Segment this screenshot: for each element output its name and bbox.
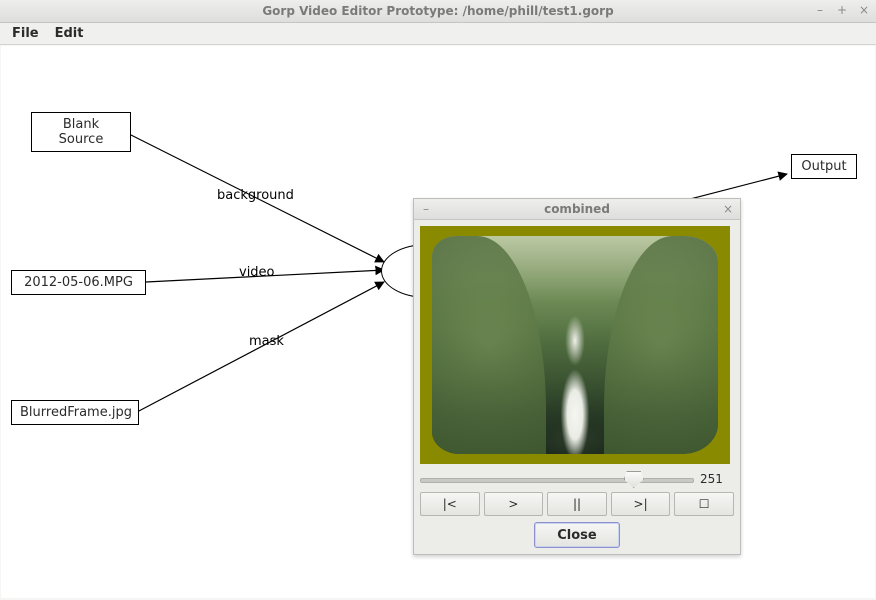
main-window-controls: – + × <box>812 2 872 18</box>
frame-slider[interactable] <box>420 470 694 488</box>
preview-title: combined <box>544 202 610 216</box>
node-label: Output <box>801 159 846 174</box>
to-end-button[interactable]: >| <box>611 492 671 516</box>
main-window-title: Gorp Video Editor Prototype: /home/phill… <box>262 4 613 18</box>
preview-close-x-button[interactable]: × <box>720 201 736 217</box>
graph-canvas[interactable]: Blank Source 2012-05-06.MPG BlurredFrame… <box>1 46 875 598</box>
preview-close-button[interactable]: Close <box>534 522 619 548</box>
stop-button[interactable]: ☐ <box>674 492 734 516</box>
close-row: Close <box>420 522 734 548</box>
minimize-button[interactable]: – <box>812 2 828 18</box>
preview-frame[interactable] <box>420 226 730 464</box>
to-start-button[interactable]: |< <box>420 492 480 516</box>
transport-buttons: |< > || >| ☐ <box>420 492 734 516</box>
preview-minimize-button[interactable]: – <box>418 201 434 217</box>
node-video-file[interactable]: 2012-05-06.MPG <box>11 270 146 295</box>
waterfall-scene-icon <box>432 236 718 454</box>
slider-track <box>420 478 694 483</box>
menu-edit[interactable]: Edit <box>49 24 94 43</box>
slider-row: 251 <box>420 470 734 488</box>
node-label: 2012-05-06.MPG <box>24 275 133 290</box>
node-label: Blank Source <box>59 117 104 147</box>
node-mask-file[interactable]: BlurredFrame.jpg <box>11 400 139 425</box>
play-button[interactable]: > <box>484 492 544 516</box>
node-label: BlurredFrame.jpg <box>20 405 132 420</box>
close-window-button[interactable]: × <box>856 2 872 18</box>
main-titlebar[interactable]: Gorp Video Editor Prototype: /home/phill… <box>0 0 876 23</box>
slider-value: 251 <box>700 472 734 486</box>
node-output[interactable]: Output <box>791 154 857 179</box>
slider-thumb[interactable] <box>624 471 644 488</box>
menu-file[interactable]: File <box>6 24 49 43</box>
preview-titlebar[interactable]: – combined × <box>414 199 740 220</box>
edge-label-background: background <box>217 188 294 203</box>
maximize-button[interactable]: + <box>834 2 850 18</box>
edge-label-video: video <box>239 265 275 280</box>
pause-button[interactable]: || <box>547 492 607 516</box>
preview-window[interactable]: – combined × 251 <box>413 198 741 555</box>
menu-bar: File Edit <box>0 23 876 45</box>
node-blank-source[interactable]: Blank Source <box>31 112 131 152</box>
edge-label-mask: mask <box>249 334 284 349</box>
main-window: Gorp Video Editor Prototype: /home/phill… <box>0 0 876 600</box>
preview-content: 251 |< > || >| ☐ Close <box>414 220 740 554</box>
preview-image <box>432 236 718 454</box>
